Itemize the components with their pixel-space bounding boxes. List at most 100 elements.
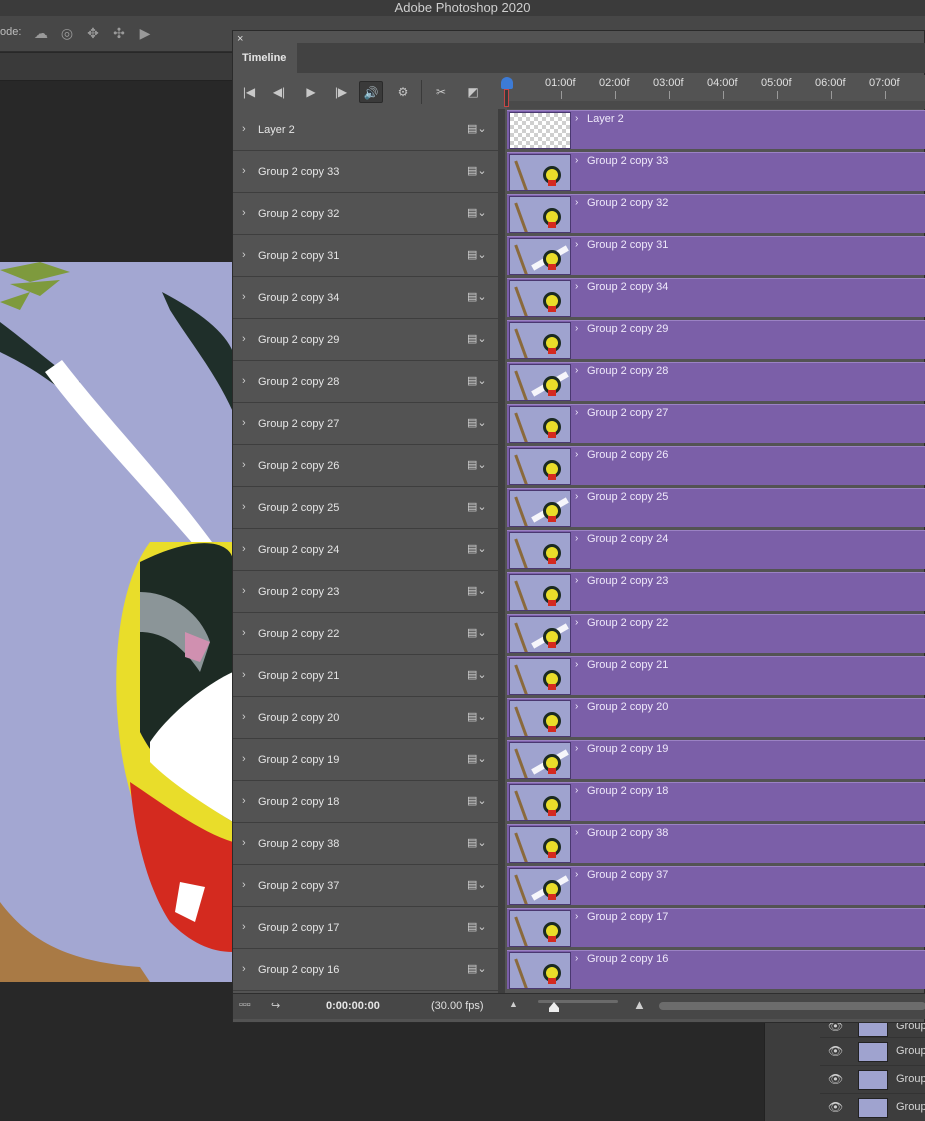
- film-strip-icon[interactable]: ▤⌄: [467, 710, 487, 723]
- settings-icon[interactable]: ⚙: [391, 81, 415, 103]
- expand-chevron-icon[interactable]: ›: [242, 921, 246, 933]
- clip-chevron-icon[interactable]: ›: [575, 659, 578, 670]
- clip-chevron-icon[interactable]: ›: [575, 743, 578, 754]
- track-header[interactable]: › Group 2 copy 16 ▤⌄: [233, 949, 498, 991]
- clip-chevron-icon[interactable]: ›: [575, 449, 578, 460]
- track-header[interactable]: › Group 2 copy 19 ▤⌄: [233, 739, 498, 781]
- video-camera-icon[interactable]: ▶: [136, 25, 154, 41]
- frame-animation-icon[interactable]: ▫▫▫: [239, 999, 251, 1011]
- pan-icon[interactable]: ✥: [84, 25, 102, 41]
- track-header[interactable]: › Group 2 copy 31 ▤⌄: [233, 235, 498, 277]
- timeline-track[interactable]: › Layer 2 ▤⌄ › Layer 2: [233, 109, 925, 151]
- track-clip[interactable]: › Group 2 copy 26: [507, 446, 925, 485]
- clip-chevron-icon[interactable]: ›: [575, 365, 578, 376]
- film-strip-icon[interactable]: ▤⌄: [467, 500, 487, 513]
- film-strip-icon[interactable]: ▤⌄: [467, 584, 487, 597]
- timeline-track[interactable]: › Group 2 copy 17 ▤⌄ › Group 2 copy 17: [233, 907, 925, 949]
- zoom-slider-handle[interactable]: [549, 1002, 559, 1012]
- track-header[interactable]: › Group 2 copy 29 ▤⌄: [233, 319, 498, 361]
- layer-row[interactable]: 👁 Group: [820, 1065, 925, 1093]
- next-frame-icon[interactable]: |▶: [329, 81, 353, 103]
- track-header[interactable]: › Group 2 copy 27 ▤⌄: [233, 403, 498, 445]
- track-clip[interactable]: › Group 2 copy 17: [507, 908, 925, 947]
- clip-chevron-icon[interactable]: ›: [575, 407, 578, 418]
- track-header[interactable]: › Layer 2 ▤⌄: [233, 109, 498, 151]
- clip-chevron-icon[interactable]: ›: [575, 785, 578, 796]
- clip-chevron-icon[interactable]: ›: [575, 827, 578, 838]
- clip-chevron-icon[interactable]: ›: [575, 617, 578, 628]
- zoom-out-icon[interactable]: ▲: [509, 999, 518, 1009]
- track-header[interactable]: › Group 2 copy 25 ▤⌄: [233, 487, 498, 529]
- orbit-icon[interactable]: ☁: [32, 25, 50, 41]
- track-header[interactable]: › Group 2 copy 18 ▤⌄: [233, 781, 498, 823]
- track-clip[interactable]: › Group 2 copy 27: [507, 404, 925, 443]
- track-header[interactable]: › Group 2 copy 28 ▤⌄: [233, 361, 498, 403]
- zoom-in-icon[interactable]: ▲: [633, 997, 646, 1012]
- timeline-track[interactable]: › Group 2 copy 32 ▤⌄ › Group 2 copy 32: [233, 193, 925, 235]
- track-clip[interactable]: › Group 2 copy 34: [507, 278, 925, 317]
- layer-row[interactable]: 👁 Group: [820, 1037, 925, 1065]
- playhead-handle[interactable]: [501, 77, 513, 89]
- expand-chevron-icon[interactable]: ›: [242, 291, 246, 303]
- clip-chevron-icon[interactable]: ›: [575, 239, 578, 250]
- film-strip-icon[interactable]: ▤⌄: [467, 626, 487, 639]
- clip-chevron-icon[interactable]: ›: [575, 911, 578, 922]
- clip-chevron-icon[interactable]: ›: [575, 155, 578, 166]
- film-strip-icon[interactable]: ▤⌄: [467, 920, 487, 933]
- track-header[interactable]: › Group 2 copy 22 ▤⌄: [233, 613, 498, 655]
- layer-row[interactable]: 👁 Group: [820, 1093, 925, 1121]
- film-strip-icon[interactable]: ▤⌄: [467, 668, 487, 681]
- clip-chevron-icon[interactable]: ›: [575, 701, 578, 712]
- film-strip-icon[interactable]: ▤⌄: [467, 416, 487, 429]
- timeline-track[interactable]: › Group 2 copy 23 ▤⌄ › Group 2 copy 23: [233, 571, 925, 613]
- track-header[interactable]: › Group 2 copy 17 ▤⌄: [233, 907, 498, 949]
- expand-chevron-icon[interactable]: ›: [242, 375, 246, 387]
- track-header[interactable]: › Group 2 copy 37 ▤⌄: [233, 865, 498, 907]
- roll-icon[interactable]: ◎: [58, 25, 76, 41]
- film-strip-icon[interactable]: ▤⌄: [467, 122, 487, 135]
- film-strip-icon[interactable]: ▤⌄: [467, 248, 487, 261]
- slide-icon[interactable]: ✣: [110, 25, 128, 41]
- track-clip[interactable]: › Group 2 copy 22: [507, 614, 925, 653]
- timeline-track[interactable]: › Group 2 copy 37 ▤⌄ › Group 2 copy 37: [233, 865, 925, 907]
- transition-icon[interactable]: ◩: [461, 81, 485, 103]
- timeline-track[interactable]: › Group 2 copy 29 ▤⌄ › Group 2 copy 29: [233, 319, 925, 361]
- clip-chevron-icon[interactable]: ›: [575, 197, 578, 208]
- play-icon[interactable]: ▶: [299, 81, 323, 103]
- track-clip[interactable]: › Group 2 copy 20: [507, 698, 925, 737]
- track-header[interactable]: › Group 2 copy 38 ▤⌄: [233, 823, 498, 865]
- expand-chevron-icon[interactable]: ›: [242, 627, 246, 639]
- visibility-eye-icon[interactable]: 👁: [828, 1044, 843, 1058]
- film-strip-icon[interactable]: ▤⌄: [467, 878, 487, 891]
- track-header[interactable]: › Group 2 copy 26 ▤⌄: [233, 445, 498, 487]
- timeline-track[interactable]: › Group 2 copy 22 ▤⌄ › Group 2 copy 22: [233, 613, 925, 655]
- timeline-track[interactable]: › Group 2 copy 38 ▤⌄ › Group 2 copy 38: [233, 823, 925, 865]
- zoom-slider[interactable]: [538, 1000, 618, 1003]
- expand-chevron-icon[interactable]: ›: [242, 417, 246, 429]
- timeline-track[interactable]: › Group 2 copy 26 ▤⌄ › Group 2 copy 26: [233, 445, 925, 487]
- timeline-track[interactable]: › Group 2 copy 16 ▤⌄ › Group 2 copy 16: [233, 949, 925, 991]
- timeline-track[interactable]: › Group 2 copy 18 ▤⌄ › Group 2 copy 18: [233, 781, 925, 823]
- render-video-icon[interactable]: ↪: [271, 999, 280, 1012]
- previous-frame-icon[interactable]: ◀|: [267, 81, 291, 103]
- expand-chevron-icon[interactable]: ›: [242, 963, 246, 975]
- timeline-track[interactable]: › Group 2 copy 24 ▤⌄ › Group 2 copy 24: [233, 529, 925, 571]
- go-to-first-frame-icon[interactable]: |◀: [237, 81, 261, 103]
- panel-divider[interactable]: [498, 109, 505, 993]
- track-clip[interactable]: › Group 2 copy 29: [507, 320, 925, 359]
- clip-chevron-icon[interactable]: ›: [575, 281, 578, 292]
- film-strip-icon[interactable]: ▤⌄: [467, 332, 487, 345]
- track-clip[interactable]: › Group 2 copy 18: [507, 782, 925, 821]
- film-strip-icon[interactable]: ▤⌄: [467, 290, 487, 303]
- track-clip[interactable]: › Group 2 copy 19: [507, 740, 925, 779]
- timeline-track[interactable]: › Group 2 copy 33 ▤⌄ › Group 2 copy 33: [233, 151, 925, 193]
- film-strip-icon[interactable]: ▤⌄: [467, 794, 487, 807]
- expand-chevron-icon[interactable]: ›: [242, 459, 246, 471]
- expand-chevron-icon[interactable]: ›: [242, 123, 246, 135]
- expand-chevron-icon[interactable]: ›: [242, 795, 246, 807]
- track-clip[interactable]: › Group 2 copy 32: [507, 194, 925, 233]
- timeline-track[interactable]: › Group 2 copy 34 ▤⌄ › Group 2 copy 34: [233, 277, 925, 319]
- film-strip-icon[interactable]: ▤⌄: [467, 836, 487, 849]
- expand-chevron-icon[interactable]: ›: [242, 585, 246, 597]
- track-header[interactable]: › Group 2 copy 33 ▤⌄: [233, 151, 498, 193]
